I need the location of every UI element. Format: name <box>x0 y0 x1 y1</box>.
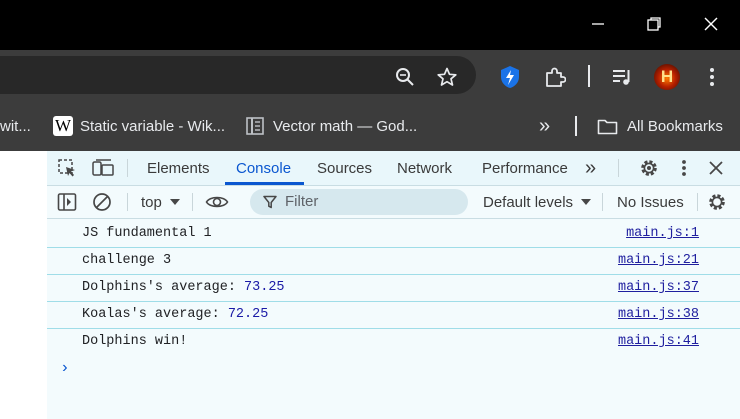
zoom-out-icon[interactable] <box>394 66 416 88</box>
folder-icon <box>597 118 618 135</box>
tab-elements[interactable]: Elements <box>147 151 210 185</box>
tab-sources[interactable]: Sources <box>317 151 372 185</box>
numeric-value: 72.25 <box>227 307 269 322</box>
console-toolbar: top Filter Default levels No Issues <box>47 186 740 219</box>
device-toolbar-icon[interactable] <box>92 158 114 178</box>
bookmark-item[interactable]: wit... <box>0 101 31 151</box>
message-text: Koalas's average: 72.25 <box>82 307 269 322</box>
kebab-menu-icon[interactable] <box>702 67 722 87</box>
source-link[interactable]: main.js:21 <box>618 253 699 268</box>
minimize-icon[interactable] <box>584 10 612 38</box>
all-bookmarks-button[interactable]: All Bookmarks <box>597 101 723 151</box>
window-titlebar <box>0 0 740 50</box>
source-link[interactable]: main.js:37 <box>618 280 699 295</box>
source-link[interactable]: main.js:1 <box>626 226 699 241</box>
sidebar-toggle-icon[interactable] <box>57 192 77 212</box>
tab-console[interactable]: Console <box>236 151 291 185</box>
bookmark-item-vector-math[interactable]: Vector math — God... <box>246 101 417 151</box>
dropdown-arrow-icon <box>581 199 592 205</box>
media-queue-icon[interactable] <box>610 65 634 89</box>
bookmark-item-static-variable[interactable]: W Static variable - Wik... <box>53 101 225 151</box>
log-levels-dropdown[interactable]: Default levels <box>483 186 592 218</box>
devtools-menu-icon[interactable] <box>681 159 687 177</box>
console-message: challenge 3 main.js:21 <box>47 248 740 275</box>
bookmarks-bar: wit... W Static variable - Wik... Vector… <box>0 101 740 151</box>
console-settings-icon[interactable] <box>707 192 727 212</box>
toolbar-divider <box>127 193 128 211</box>
toolbar-divider <box>602 193 603 211</box>
book-icon <box>246 117 264 135</box>
source-link[interactable]: main.js:38 <box>618 307 699 322</box>
browser-toolbar: H <box>0 50 740 101</box>
restore-icon[interactable] <box>640 10 668 38</box>
puzzle-extensions-icon[interactable] <box>543 65 567 89</box>
wikipedia-icon: W <box>53 116 73 136</box>
console-message: Dolphins win! main.js:41 <box>82 334 699 349</box>
bookmarks-overflow-button[interactable]: » <box>539 101 550 151</box>
filter-funnel-icon <box>263 195 277 209</box>
devtools-panel: Elements Console Sources Network Perform… <box>47 151 740 419</box>
inspect-element-icon[interactable] <box>57 158 77 178</box>
console-message: Dolphins's average: 73.25 main.js:37 <box>47 275 740 302</box>
toolbar-divider <box>127 159 128 177</box>
bookmarks-divider <box>575 116 577 136</box>
page-content <box>0 151 47 419</box>
toolbar-divider <box>588 65 590 87</box>
bolt-extension-icon[interactable] <box>498 65 522 89</box>
source-link[interactable]: main.js:41 <box>618 334 699 349</box>
numeric-value: 73.25 <box>244 280 285 295</box>
dropdown-arrow-icon <box>169 199 180 205</box>
message-text: Dolphins's average: 73.25 <box>82 280 285 295</box>
tab-network[interactable]: Network <box>397 151 452 185</box>
more-tabs-button[interactable]: » <box>585 151 596 185</box>
live-expression-eye-icon[interactable] <box>205 192 229 212</box>
context-selector[interactable]: top <box>141 186 181 218</box>
devtools-tab-bar: Elements Console Sources Network Perform… <box>47 151 740 186</box>
console-message: Koalas's average: 72.25 main.js:38 <box>47 302 740 329</box>
tab-performance[interactable]: Performance <box>482 151 568 185</box>
profile-avatar-icon[interactable]: H <box>654 64 680 90</box>
toolbar-divider <box>192 193 193 211</box>
close-devtools-icon[interactable] <box>708 160 724 176</box>
close-icon[interactable] <box>697 10 725 38</box>
issues-counter[interactable]: No Issues <box>617 186 684 218</box>
toolbar-divider <box>618 159 619 177</box>
star-icon[interactable] <box>436 66 458 88</box>
console-output: JS fundamental 1 main.js:1 challenge 3 m… <box>47 219 740 419</box>
console-message: JS fundamental 1 main.js:1 <box>47 221 740 248</box>
toolbar-divider <box>697 193 698 211</box>
clear-console-icon[interactable] <box>92 192 112 212</box>
filter-input[interactable]: Filter <box>250 189 468 215</box>
active-tab-indicator <box>225 182 304 185</box>
settings-gear-icon[interactable] <box>639 158 659 178</box>
console-prompt[interactable]: › <box>60 359 70 377</box>
